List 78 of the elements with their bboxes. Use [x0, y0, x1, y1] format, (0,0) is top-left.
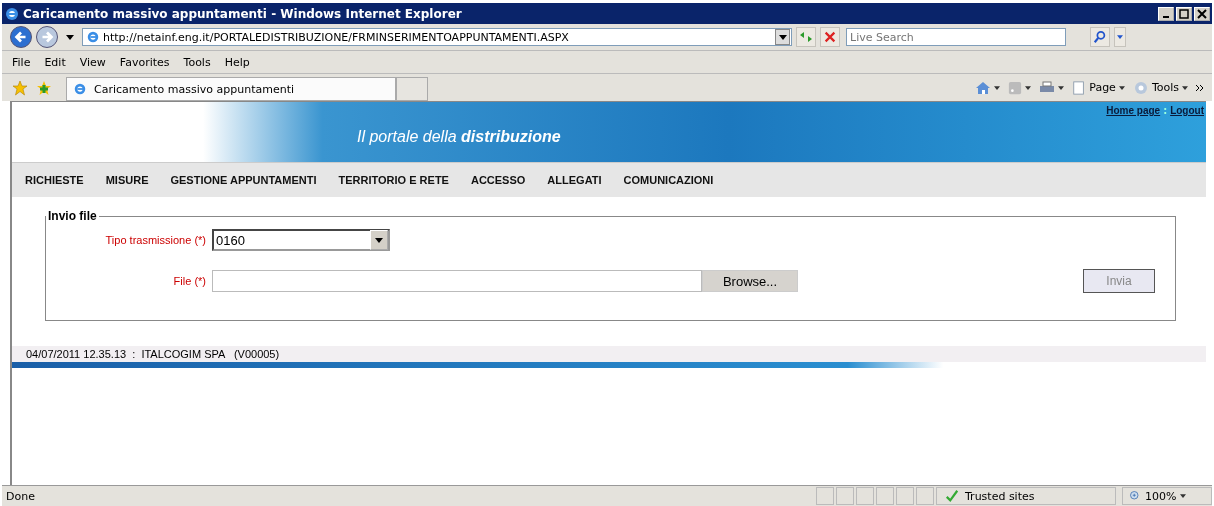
- nav-item[interactable]: ALLEGATI: [547, 174, 602, 186]
- minimize-icon: [1163, 15, 1169, 18]
- star-icon[interactable]: [12, 79, 28, 96]
- status-pane: [816, 487, 834, 505]
- stop-button[interactable]: [820, 27, 840, 47]
- nav-item[interactable]: COMUNICAZIONI: [623, 174, 714, 186]
- caret-icon[interactable]: [66, 34, 74, 40]
- caret-icon: [1025, 85, 1032, 90]
- field-label: File (*): [172, 275, 206, 287]
- tab-title: Caricamento massivo appuntamenti: [94, 82, 295, 96]
- forward-button[interactable]: [36, 26, 58, 48]
- type-select[interactable]: 0160: [212, 229, 390, 251]
- maximize-icon: [1179, 8, 1189, 19]
- status-pane: [836, 487, 854, 505]
- link-separator: :: [1163, 105, 1168, 116]
- page-icon: [73, 82, 87, 96]
- dropdown-button[interactable]: [775, 29, 790, 45]
- status-text: Done: [5, 489, 36, 503]
- menu-item[interactable]: Tools: [183, 55, 211, 69]
- feed-button[interactable]: [1008, 80, 1032, 95]
- add-favorite-icon[interactable]: [36, 79, 52, 96]
- search-options-button[interactable]: [1114, 27, 1126, 47]
- page-icon: [1072, 80, 1087, 95]
- file-field[interactable]: [212, 270, 702, 292]
- close-icon: [823, 30, 837, 44]
- refresh-icon: [798, 29, 814, 45]
- status-pane: [876, 487, 894, 505]
- close-button[interactable]: [1194, 6, 1210, 21]
- search-field[interactable]: Live Search: [846, 28, 1066, 46]
- page-icon: [86, 30, 100, 44]
- menu-item[interactable]: Edit: [44, 55, 66, 69]
- menu-item[interactable]: Favorites: [119, 55, 170, 69]
- panel-legend: Invio file: [46, 209, 99, 223]
- search-button[interactable]: [1090, 27, 1110, 47]
- back-button[interactable]: [10, 26, 32, 48]
- caret-icon: [375, 237, 383, 243]
- caret-icon: [1058, 85, 1065, 90]
- caret-icon: [1180, 494, 1187, 498]
- chevron-icon[interactable]: [1196, 84, 1204, 91]
- browser-logo-icon: [4, 5, 20, 22]
- refresh-button[interactable]: [796, 27, 816, 47]
- address-field[interactable]: http://netainf.eng.it/PORTALEDISTRIBUZIONE/FRMINSERIMENTOAPPUNTAMENTI.ASPX: [82, 28, 792, 46]
- home-page-link[interactable]: Home page: [1106, 105, 1161, 116]
- logout-link[interactable]: Logout: [1170, 105, 1204, 116]
- browse-button[interactable]: Browse...: [702, 270, 798, 292]
- zone-label: Trusted sites: [965, 489, 1035, 503]
- caret-icon: [1182, 85, 1188, 90]
- page-button[interactable]: Page: [1072, 80, 1125, 95]
- search-icon: [1093, 30, 1107, 44]
- status-pane: [856, 487, 874, 505]
- nav-item[interactable]: ACCESSO: [470, 174, 526, 186]
- caret-icon: [994, 85, 1001, 90]
- house-icon: [975, 79, 992, 96]
- status-pane: [896, 487, 914, 505]
- zoom-button[interactable]: 100%: [1122, 487, 1212, 505]
- window-title: Caricamento massivo appuntamenti - Windows Internet Explorer: [23, 6, 463, 21]
- nav-item[interactable]: GESTIONE APPUNTAMENTI: [170, 174, 317, 186]
- session-info: 04/07/2011 12.35.13 : ITALCOGIM SPA (V00005): [26, 348, 280, 360]
- nav-item[interactable]: TERRITORIO E RETE: [338, 174, 449, 186]
- nav-item[interactable]: RICHIESTE: [25, 174, 84, 186]
- menu-item[interactable]: Help: [224, 55, 250, 69]
- menu-item[interactable]: View: [79, 55, 106, 69]
- caret-icon: [778, 34, 787, 40]
- menu-item[interactable]: File: [12, 55, 31, 69]
- home-button[interactable]: [975, 79, 1001, 96]
- caret-icon: [1117, 35, 1123, 39]
- tools-button[interactable]: Tools: [1132, 79, 1188, 96]
- field-label: Tipo trasmissione (*): [104, 234, 206, 246]
- nav-item[interactable]: MISURE: [105, 174, 149, 186]
- status-pane: [916, 487, 934, 505]
- zoom-icon: [1129, 490, 1141, 502]
- caret-icon: [1118, 85, 1125, 90]
- close-icon: [1197, 8, 1207, 19]
- maximize-button[interactable]: [1176, 6, 1192, 21]
- portal-tagline: Il portale della distribuzione: [357, 128, 562, 146]
- browser-tab[interactable]: Caricamento massivo appuntamenti: [66, 77, 396, 101]
- check-icon: [945, 489, 959, 503]
- minimize-button[interactable]: [1158, 6, 1174, 21]
